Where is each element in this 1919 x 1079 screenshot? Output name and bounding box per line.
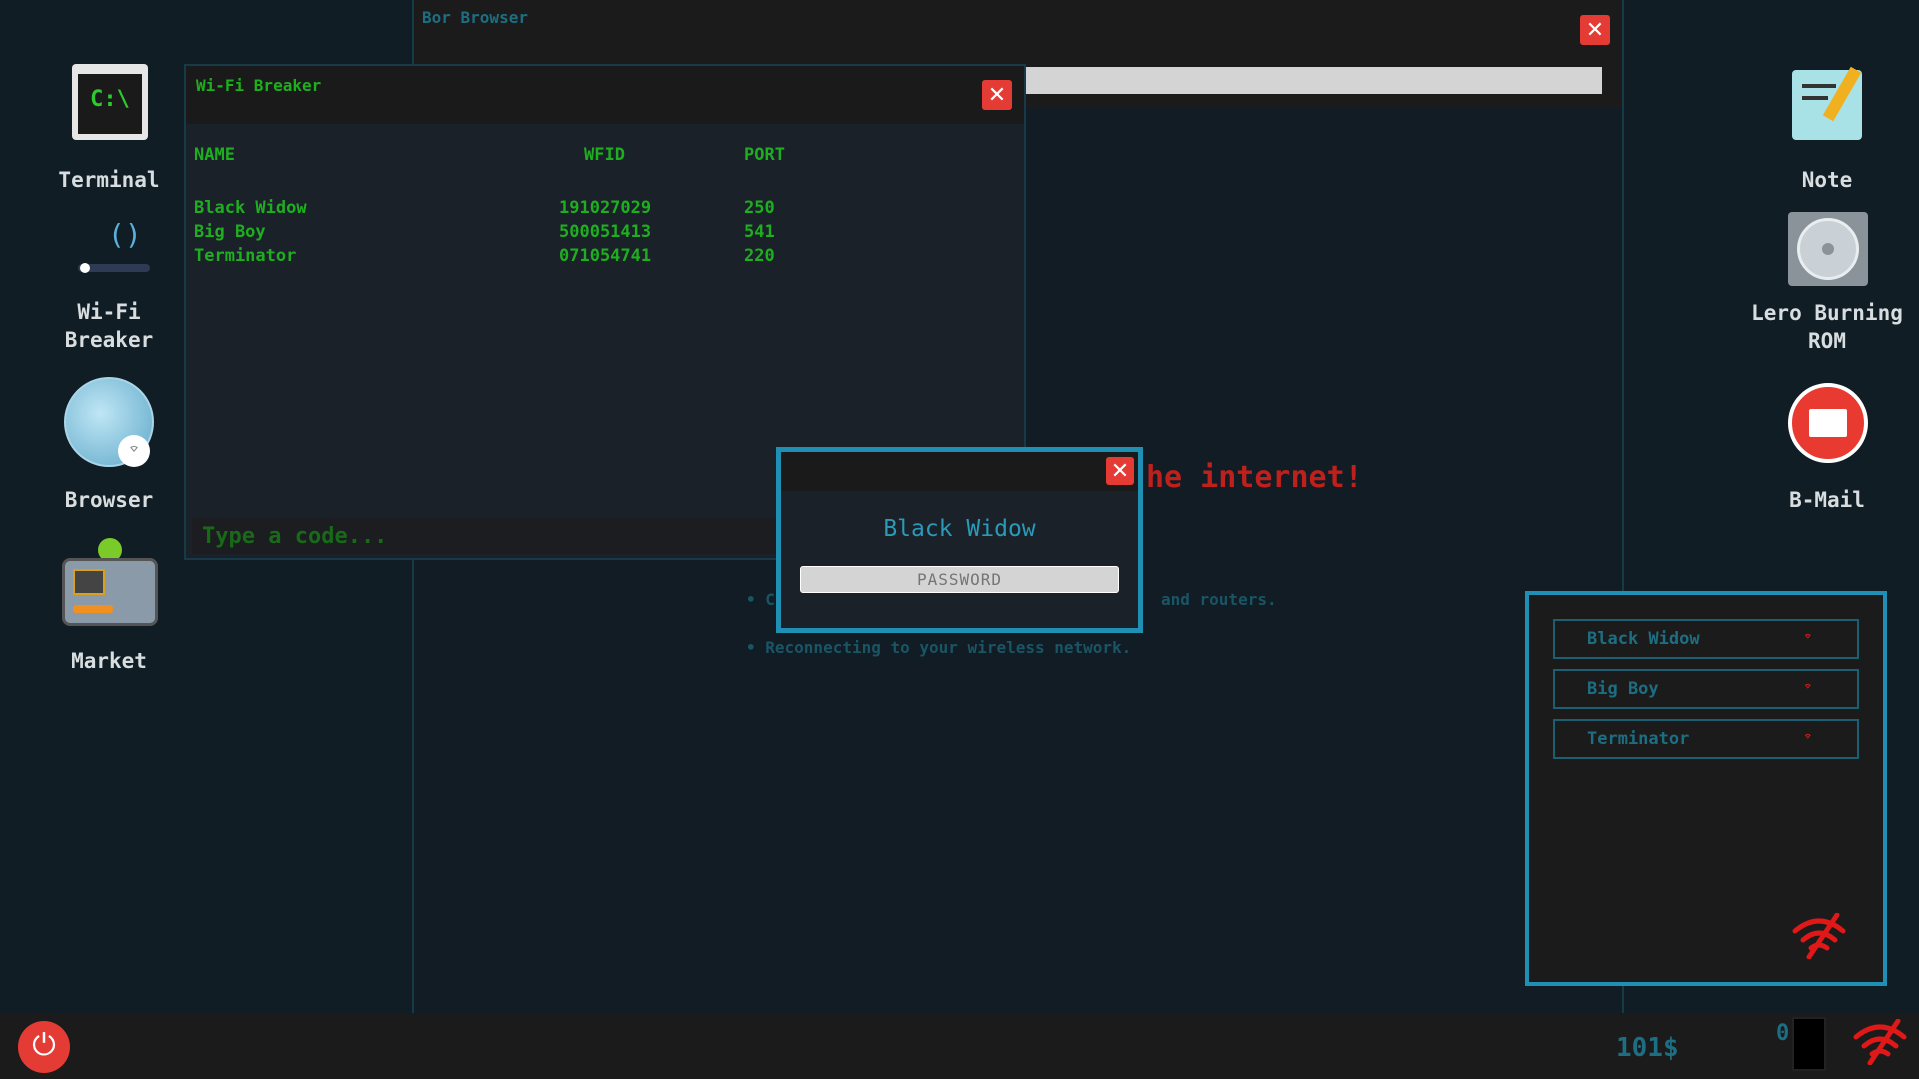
bullet-1-start: • C bbox=[746, 590, 775, 609]
password-input[interactable] bbox=[800, 566, 1119, 593]
wifi-off-icon bbox=[1791, 913, 1847, 959]
dialog-network-name: Black Widow bbox=[781, 516, 1138, 542]
network-name: Big Boy bbox=[1587, 679, 1659, 699]
table-row[interactable]: Big Boy500051413541 bbox=[194, 222, 834, 246]
bullet-1-end: and routers. bbox=[1161, 590, 1277, 609]
b-mail-label[interactable]: B-Mail bbox=[1737, 486, 1917, 514]
lero-burning-rom-label[interactable]: Lero Burning ROM bbox=[1737, 299, 1917, 355]
bullet-2: • Reconnecting to your wireless network. bbox=[746, 638, 1131, 657]
terminal-glyph: C:\ bbox=[78, 74, 142, 134]
taskbar: ⏻ 101$ 0 bbox=[0, 1013, 1919, 1079]
row-port: 541 bbox=[744, 222, 775, 246]
door-count: 0 bbox=[1776, 1021, 1789, 1046]
power-button[interactable]: ⏻ bbox=[18, 1021, 70, 1073]
market-icon[interactable] bbox=[62, 538, 158, 628]
wifi-table: Black Widow191027029250 Big Boy500051413… bbox=[194, 198, 834, 270]
network-item-terminator[interactable]: Terminator ⌔ bbox=[1553, 719, 1859, 759]
mail-icon[interactable] bbox=[1788, 383, 1868, 463]
row-wfid: 500051413 bbox=[559, 222, 744, 246]
browser-close-button[interactable]: ✕ bbox=[1580, 15, 1610, 45]
network-item-black-widow[interactable]: Black Widow ⌔ bbox=[1553, 619, 1859, 659]
money-balance: 101$ bbox=[1616, 1033, 1679, 1063]
password-dialog: ✕ Black Widow bbox=[776, 447, 1143, 633]
table-row[interactable]: Terminator071054741220 bbox=[194, 246, 834, 270]
terminal-icon[interactable]: C:\ bbox=[72, 64, 148, 140]
wifi-signal-icon: ⌔ bbox=[1804, 679, 1812, 695]
wifi-off-icon[interactable] bbox=[1852, 1019, 1908, 1065]
connection-error-text: he internet! bbox=[1146, 460, 1363, 495]
row-wfid: 191027029 bbox=[559, 198, 744, 222]
header-wfid: WFID bbox=[584, 145, 625, 165]
row-wfid: 071054741 bbox=[559, 246, 744, 270]
row-name: Terminator bbox=[194, 246, 559, 270]
row-port: 220 bbox=[744, 246, 775, 270]
header-port: PORT bbox=[744, 145, 785, 165]
globe-icon[interactable]: ⌔ bbox=[64, 377, 154, 467]
dialog-close-button[interactable]: ✕ bbox=[1106, 457, 1134, 485]
network-name: Terminator bbox=[1587, 729, 1689, 749]
wifi-breaker-title-bar[interactable]: Wi-Fi Breaker ✕ bbox=[186, 66, 1024, 124]
wifi-signal-icon: ⌔ bbox=[1804, 729, 1812, 745]
disc-icon[interactable] bbox=[1788, 212, 1868, 286]
signal-glyph: () bbox=[108, 218, 142, 251]
terminal-label[interactable]: Terminal bbox=[19, 166, 199, 194]
note-label[interactable]: Note bbox=[1737, 166, 1917, 194]
browser-title: Bor Browser bbox=[422, 8, 528, 27]
browser-label[interactable]: Browser bbox=[19, 486, 199, 514]
row-name: Big Boy bbox=[194, 222, 559, 246]
row-port: 250 bbox=[744, 198, 775, 222]
note-icon[interactable] bbox=[1792, 70, 1862, 140]
wifi-breaker-icon[interactable]: () bbox=[78, 216, 150, 282]
table-row[interactable]: Black Widow191027029250 bbox=[194, 198, 834, 222]
header-name: NAME bbox=[194, 145, 235, 165]
wifi-signal-icon: ⌔ bbox=[1804, 629, 1812, 645]
network-name: Black Widow bbox=[1587, 629, 1700, 649]
door-icon[interactable] bbox=[1792, 1017, 1826, 1071]
dialog-title-bar[interactable] bbox=[781, 452, 1138, 491]
wifi-breaker-title: Wi-Fi Breaker bbox=[196, 76, 321, 95]
row-name: Black Widow bbox=[194, 198, 559, 222]
browser-address-bar[interactable] bbox=[1026, 67, 1602, 94]
network-item-big-boy[interactable]: Big Boy ⌔ bbox=[1553, 669, 1859, 709]
market-label[interactable]: Market bbox=[19, 647, 199, 675]
wifi-breaker-label[interactable]: Wi-Fi Breaker bbox=[19, 298, 199, 354]
wifi-breaker-close-button[interactable]: ✕ bbox=[982, 80, 1012, 110]
network-panel: Black Widow ⌔ Big Boy ⌔ Terminator ⌔ bbox=[1525, 591, 1887, 986]
